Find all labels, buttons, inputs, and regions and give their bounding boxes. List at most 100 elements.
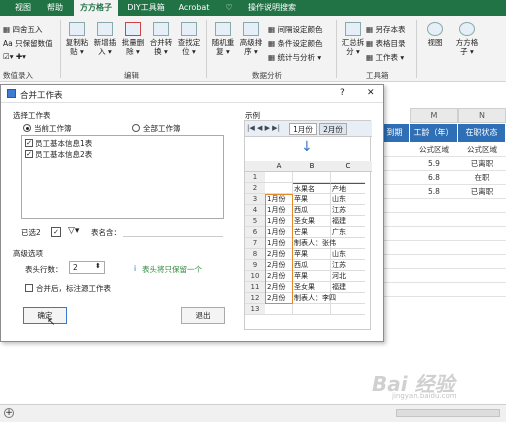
help-icon[interactable]: ?	[340, 88, 345, 98]
exit-button[interactable]: 退出	[181, 307, 225, 324]
group-divider	[416, 20, 417, 78]
condition-color-button[interactable]: ▦ 条件设定颜色	[268, 38, 322, 49]
example-cell-b: 制表人：李四	[293, 293, 336, 304]
sheet-checkbox-2[interactable]: ✓	[25, 150, 33, 158]
example-cell-b: 苹果	[293, 249, 331, 260]
column-header-m[interactable]: M	[410, 108, 458, 123]
example-row-number: 6	[245, 227, 265, 238]
tab-acrobat[interactable]: Acrobat	[174, 0, 214, 16]
tab-diy-toolbox[interactable]: DIY工具箱	[124, 0, 168, 16]
radio-all-label: 全部工作簿	[143, 124, 181, 133]
insert-icon	[97, 22, 113, 36]
example-cell-a: 1月份	[265, 227, 293, 238]
random-repeat-button[interactable]: 随机重 复 ▾	[210, 22, 236, 56]
keep-values-button[interactable]: Aa 只保留数值	[3, 38, 53, 49]
radio-all-workbooks[interactable]	[132, 124, 140, 132]
grid-line	[380, 254, 506, 255]
grid-line	[380, 170, 506, 171]
info-icon: i	[134, 264, 137, 273]
ribbon: ▦ 四舍五入 Aa 只保留数值 ☑▾ ✚▾ 数值录入 复制粘 贴 ▾ 新增插 入…	[0, 16, 506, 82]
example-tab-feb: 2月份	[319, 123, 347, 135]
table-cell[interactable]: 已离职	[458, 157, 506, 170]
select-sheets-label: 选择工作表	[13, 111, 51, 120]
example-row-number: 1	[245, 172, 265, 183]
delete-icon	[125, 22, 141, 36]
example-cell-a	[265, 183, 293, 194]
example-sheet-tabs: |◀ ◀ ▶ ▶| 1月份 2月份	[245, 121, 372, 137]
merge-icon	[153, 22, 169, 36]
table-cell[interactable]: 5.8	[410, 185, 458, 198]
header-rows-stepper[interactable]: 2 ⬍	[69, 261, 105, 274]
example-cell-b: 水果名	[293, 183, 331, 194]
sheet-item-2[interactable]: 员工基本信息2表	[35, 149, 92, 160]
group-divider	[60, 20, 61, 78]
advanced-sort-button[interactable]: 高级排 序 ▾	[238, 22, 264, 56]
example-cell-b	[293, 172, 331, 183]
sheet-name-input[interactable]	[123, 225, 223, 237]
sheet-list[interactable]: ✓ 员工基本信息1表 ✓ 员工基本信息2表	[21, 135, 224, 219]
header-rows-label: 表头行数：	[25, 265, 63, 274]
example-col-b: B	[309, 162, 315, 170]
sheet-checkbox-1[interactable]: ✓	[25, 139, 33, 147]
example-cell-c: 江苏	[331, 260, 365, 271]
header-cell-expire[interactable]: 到期	[380, 124, 410, 142]
header-rows-value[interactable]: 2	[73, 263, 78, 272]
select-all-checkbox[interactable]: ✓	[51, 227, 61, 237]
example-cell-c	[331, 172, 365, 183]
group-toolbox: 工具箱	[366, 71, 389, 80]
example-row-number: 2	[245, 183, 265, 194]
mark-source-checkbox[interactable]	[25, 284, 33, 292]
find-locate-button[interactable]: 查找定 位 ▾	[176, 22, 202, 56]
ok-button[interactable]: 确定	[23, 307, 67, 324]
example-cell-a	[265, 172, 293, 183]
stepper-arrows-icon[interactable]: ⬍	[95, 262, 101, 270]
add-sheet-icon[interactable]: +	[4, 408, 14, 418]
dialog-title-bar: 合并工作表 ? ✕	[1, 85, 383, 103]
sheet-index-button[interactable]: ▦ 表格目录	[366, 38, 405, 49]
summary-split-button[interactable]: 汇总拆 分 ▾	[340, 22, 366, 56]
insert-button[interactable]: 新增插 入 ▾	[92, 22, 118, 56]
example-cell-a: 2月份	[265, 271, 293, 282]
view-button[interactable]: 视图	[422, 22, 448, 47]
column-header-n[interactable]: N	[458, 108, 506, 123]
interval-color-button[interactable]: ▦ 间隔设定颜色	[268, 24, 322, 35]
table-cell[interactable]: 公式区域	[458, 143, 506, 156]
close-icon[interactable]: ✕	[367, 88, 375, 98]
ribbon-tab-bar: 视图 帮助 方方格子 DIY工具箱 Acrobat ♡ 操作说明搜索	[0, 0, 506, 16]
sort-icon	[243, 22, 259, 36]
table-cell[interactable]: 5.9	[410, 157, 458, 170]
worksheet-button[interactable]: ▦ 工作表 ▾	[366, 52, 404, 63]
table-cell[interactable]: 在职	[458, 171, 506, 184]
example-col-a: A	[276, 162, 282, 170]
example-cell-c: 山东	[331, 249, 365, 260]
table-cell[interactable]: 公式区域	[410, 143, 458, 156]
sheet-item-1[interactable]: 员工基本信息1表	[35, 138, 92, 149]
example-cell-c: 福建	[331, 282, 365, 293]
header-cell-years[interactable]: 工龄（年）	[410, 124, 458, 142]
example-cell-b: 圣女果	[293, 282, 331, 293]
grid-line	[380, 156, 506, 157]
stats-analysis-button[interactable]: ▦ 统计与分析 ▾	[268, 52, 321, 63]
tell-me-search[interactable]: 操作说明搜索	[236, 0, 308, 16]
batch-delete-button[interactable]: 批量删 除 ▾	[120, 22, 146, 56]
table-cell[interactable]: 已离职	[458, 185, 506, 198]
radio-current-workbook[interactable]	[23, 124, 31, 132]
grid-line	[380, 198, 506, 199]
selected-count: 已选2	[21, 228, 41, 237]
misc-tools[interactable]: ☑▾ ✚▾	[3, 52, 26, 61]
copy-paste-button[interactable]: 复制粘 贴 ▾	[64, 22, 90, 56]
filter-icon[interactable]: ▽▾	[68, 226, 79, 236]
table-cell[interactable]: 6.8	[410, 171, 458, 184]
example-row-number: 12	[245, 293, 265, 304]
tab-view[interactable]: 视图	[10, 0, 36, 16]
header-cell-status[interactable]: 在职状态	[458, 124, 506, 142]
save-sheet-button[interactable]: ▦ 另存本表	[366, 24, 405, 35]
horizontal-scrollbar[interactable]	[396, 409, 500, 417]
tab-fangfanggezi[interactable]: 方方格子	[74, 0, 118, 16]
round-button[interactable]: ▦ 四舍五入	[3, 24, 42, 35]
example-row-number: 9	[245, 260, 265, 271]
tab-help[interactable]: 帮助	[42, 0, 68, 16]
fangfanggezi-button[interactable]: 方方格 子 ▾	[454, 22, 480, 56]
summary-icon	[345, 22, 361, 36]
merge-convert-button[interactable]: 合并转 换 ▾	[148, 22, 174, 56]
